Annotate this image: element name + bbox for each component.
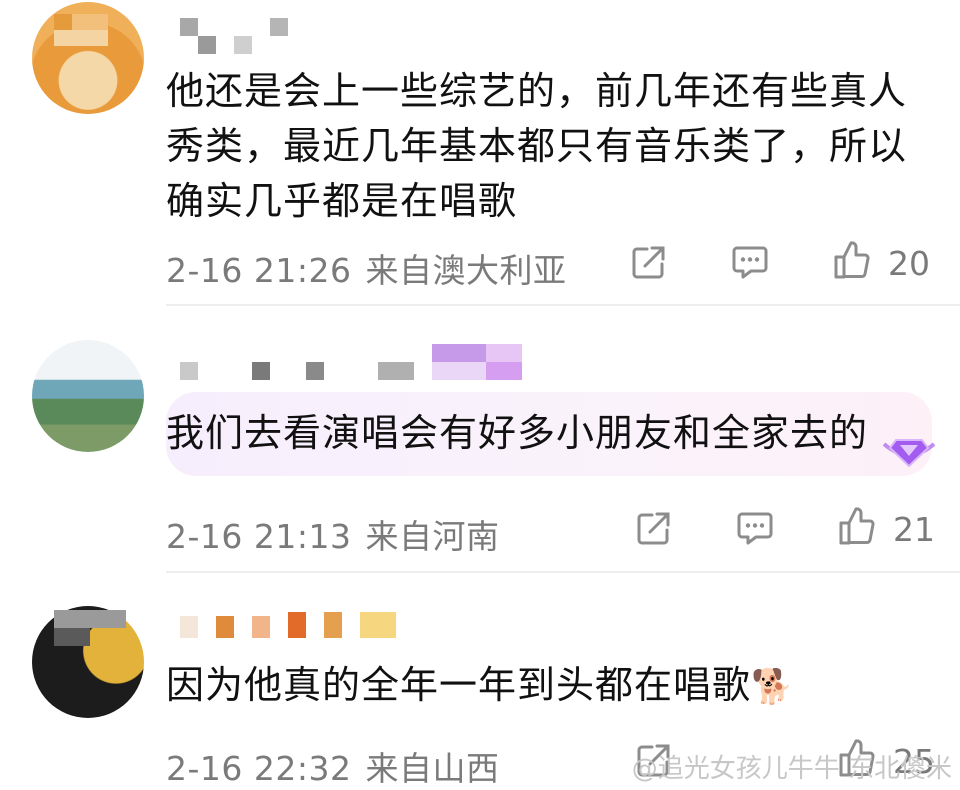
timestamp: 2-16 22:32: [166, 749, 352, 788]
comment-text-line: 因为他真的全年一年到头都在唱歌: [166, 663, 752, 707]
comment-text-line: 确实几乎都是在唱歌: [166, 179, 518, 223]
share-icon[interactable]: [631, 244, 667, 280]
timestamp: 2-16 21:26: [166, 251, 352, 290]
like-count: 21: [893, 510, 935, 549]
comment-meta: 2-16 21:13 来自河南: [166, 510, 500, 558]
comment-text-line: 秀类，最近几年基本都只有音乐类了，所以: [166, 124, 908, 168]
comment-item-1: 他还是会上一些综艺的，前几年还有些真人 秀类，最近几年基本都只有音乐类了，所以 …: [0, 0, 960, 306]
watermark: @追光女孩儿牛牛 东北傻米: [631, 754, 952, 784]
dog-emoji-icon: 🐕: [751, 667, 795, 707]
comment-icon[interactable]: [736, 510, 774, 546]
comment-text: 因为他真的全年一年到头都在唱歌🐕: [166, 658, 936, 715]
comment-text: 我们去看演唱会有好多小朋友和全家去的: [166, 406, 936, 461]
region-label: 来自澳大利亚: [365, 251, 567, 290]
comment-text-line: 他还是会上一些综艺的，前几年还有些真人: [166, 69, 908, 113]
like-count: 20: [888, 244, 930, 283]
comment-icon[interactable]: [731, 244, 769, 280]
thumbs-up-icon[interactable]: [833, 240, 871, 280]
comment-meta: 2-16 22:32 来自山西: [166, 742, 500, 790]
comment-text: 他还是会上一些综艺的，前几年还有些真人 秀类，最近几年基本都只有音乐类了，所以 …: [166, 64, 936, 229]
timestamp: 2-16 21:13: [166, 517, 352, 556]
comment-item-2: 我们去看演唱会有好多小朋友和全家去的 2-16 21:13 来自河南 21: [0, 306, 960, 573]
region-label: 来自山西: [365, 749, 500, 788]
comment-text-line: 我们去看演唱会有好多小朋友和全家去的: [166, 411, 869, 455]
thumbs-up-icon[interactable]: [838, 506, 876, 546]
avatar[interactable]: [32, 340, 144, 452]
diamond-badge-icon: [882, 439, 936, 468]
comment-item-3: 因为他真的全年一年到头都在唱歌🐕 2-16 22:32 来自山西 25 @追光女孩…: [0, 572, 960, 788]
region-label: 来自河南: [365, 517, 500, 556]
comment-meta: 2-16 21:26 来自澳大利亚: [166, 244, 567, 292]
share-icon[interactable]: [636, 510, 672, 546]
